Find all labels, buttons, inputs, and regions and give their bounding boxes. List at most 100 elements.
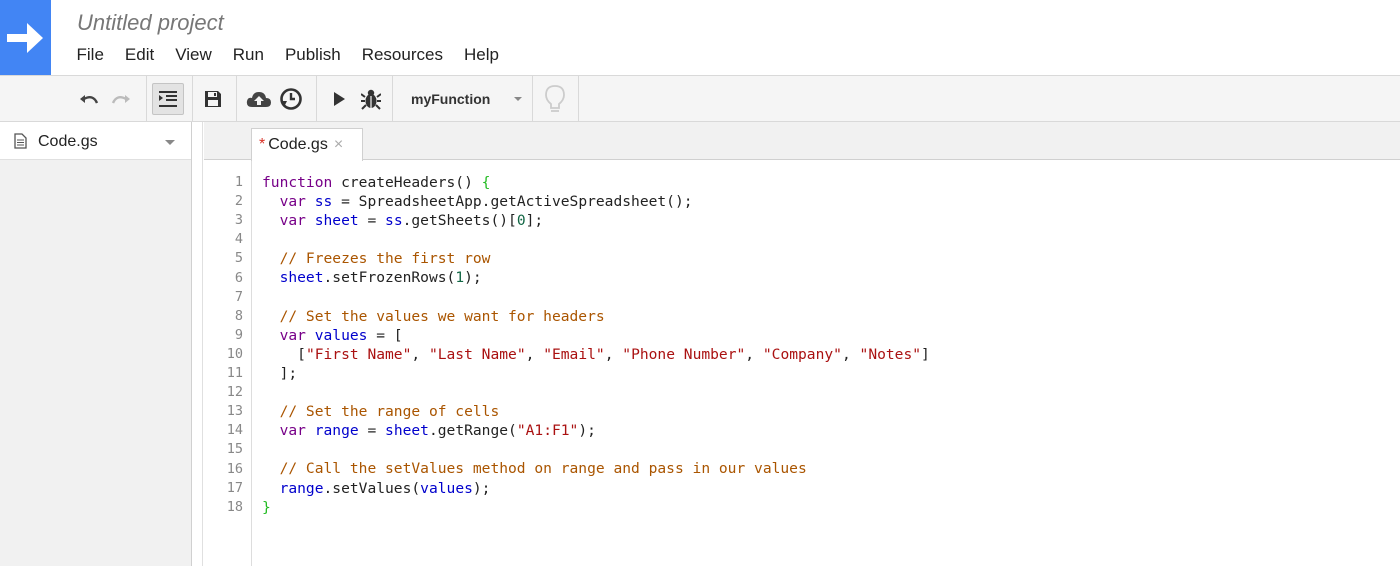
triggers-button[interactable] [275, 83, 307, 115]
code-token: = [358, 422, 386, 440]
line-number: 8 [234, 307, 243, 324]
redo-button[interactable] [105, 83, 137, 115]
code-line: // Freezes the first row [262, 249, 930, 268]
code-token: // Set the range of cells [279, 403, 500, 421]
code-token: "Notes" [859, 345, 922, 363]
code-token: "First Name" [305, 345, 412, 363]
code-line: range.setValues(values); [262, 479, 930, 498]
edit-group [73, 76, 137, 122]
line-number: 11 [226, 365, 243, 381]
code-token: .getSheets()[ [402, 212, 517, 230]
code-token: // Set the values we want for headers [279, 307, 605, 325]
code-token: createHeaders() [332, 174, 482, 191]
line-number: 18 [226, 498, 243, 515]
toolbar: myFunction [0, 75, 1400, 122]
line-number: 17 [226, 479, 243, 496]
save-group [197, 76, 229, 122]
line-number: 9 [234, 326, 243, 343]
tab-label: Code.gs [268, 136, 328, 153]
menu-run[interactable]: Run [222, 44, 274, 66]
code-token: 0 [516, 212, 526, 230]
file-item-code-gs[interactable]: Code.gs [0, 122, 191, 160]
menu-edit[interactable]: Edit [114, 44, 164, 66]
code-token: .setFrozenRows( [323, 269, 456, 287]
code-token: { [481, 174, 491, 191]
line-number: 5 [234, 250, 243, 267]
line-number: 6 [234, 269, 243, 286]
menu-resources[interactable]: Resources [351, 44, 453, 66]
code-editor[interactable]: 1 2 3 4 5 6 7 8 9 10 11 12 13 14 15 16 17 18 function cre… [204, 161, 1400, 566]
function-select[interactable]: myFunction [400, 76, 532, 122]
menu-file[interactable]: File [66, 44, 114, 66]
run-button[interactable] [323, 83, 355, 115]
save-button[interactable] [197, 83, 229, 115]
code-line: var ss = SpreadsheetApp.getActiveSpreads… [262, 192, 930, 211]
code-token: .getRange( [428, 422, 517, 440]
indent-toggle-button[interactable] [152, 83, 184, 115]
toolbar-divider [236, 76, 237, 122]
toolbar-divider [316, 76, 317, 122]
code-token: ] [921, 345, 930, 363]
publish-web-app-button[interactable] [243, 83, 275, 115]
tab-bar: * Code.gs × [204, 122, 1400, 161]
code-token: sheet [314, 212, 359, 230]
code-token: = [358, 212, 386, 230]
code-token: = SpreadsheetApp.getActiveSpreadsheet(); [332, 193, 693, 211]
code-token: ); [464, 269, 482, 287]
line-number: 3 [234, 212, 243, 229]
code-content[interactable]: function createHeaders() { var ss = Spre… [262, 173, 930, 517]
file-name: Code.gs [38, 133, 98, 150]
code-token: function [262, 174, 333, 191]
close-icon[interactable]: × [334, 136, 343, 154]
project-title[interactable]: Untitled project [77, 10, 224, 36]
menu-view[interactable]: View [165, 44, 223, 66]
undo-icon [80, 95, 99, 104]
code-token: ss [314, 193, 333, 211]
code-token: [ [262, 345, 306, 363]
file-sidebar: Code.gs [0, 122, 192, 566]
code-line: } [262, 498, 930, 517]
code-token: // Freezes the first row [279, 250, 491, 268]
splitter[interactable] [192, 122, 203, 566]
code-token: "Last Name" [428, 345, 526, 363]
toolbar-divider [578, 76, 579, 122]
code-line: var values = [ [262, 326, 930, 345]
menu-publish[interactable]: Publish [274, 44, 351, 66]
toolbar-divider [532, 76, 533, 122]
execution-hints-button[interactable] [539, 83, 571, 115]
menu-help[interactable]: Help [453, 44, 509, 66]
code-token: ss [385, 212, 403, 230]
toolbar-divider [392, 76, 393, 122]
code-token: // Call the setValues method on range an… [279, 460, 807, 478]
code-token: range [314, 422, 359, 440]
code-line: // Set the values we want for headers [262, 307, 930, 326]
debug-button[interactable] [355, 83, 387, 115]
undo-button[interactable] [73, 83, 105, 115]
line-number: 12 [226, 384, 243, 401]
code-token: range [279, 479, 324, 497]
chevron-down-icon[interactable] [165, 140, 175, 145]
code-token: ); [472, 479, 491, 497]
code-token: .setValues( [323, 479, 421, 497]
code-line: var sheet = ss.getSheets()[0]; [262, 211, 930, 230]
code-token: var [279, 193, 306, 211]
code-token: ); [578, 422, 596, 440]
tab-code-gs[interactable]: * Code.gs × [251, 128, 363, 161]
code-token: = [ [367, 326, 403, 344]
clock-triggers-icon [280, 88, 302, 110]
apps-script-logo[interactable] [0, 0, 51, 75]
document-icon [14, 133, 27, 149]
deploy-group [243, 76, 307, 122]
line-number: 7 [234, 288, 243, 305]
code-line: function createHeaders() { [262, 173, 930, 192]
toolbar-divider [192, 76, 193, 122]
line-number: 13 [226, 403, 243, 420]
